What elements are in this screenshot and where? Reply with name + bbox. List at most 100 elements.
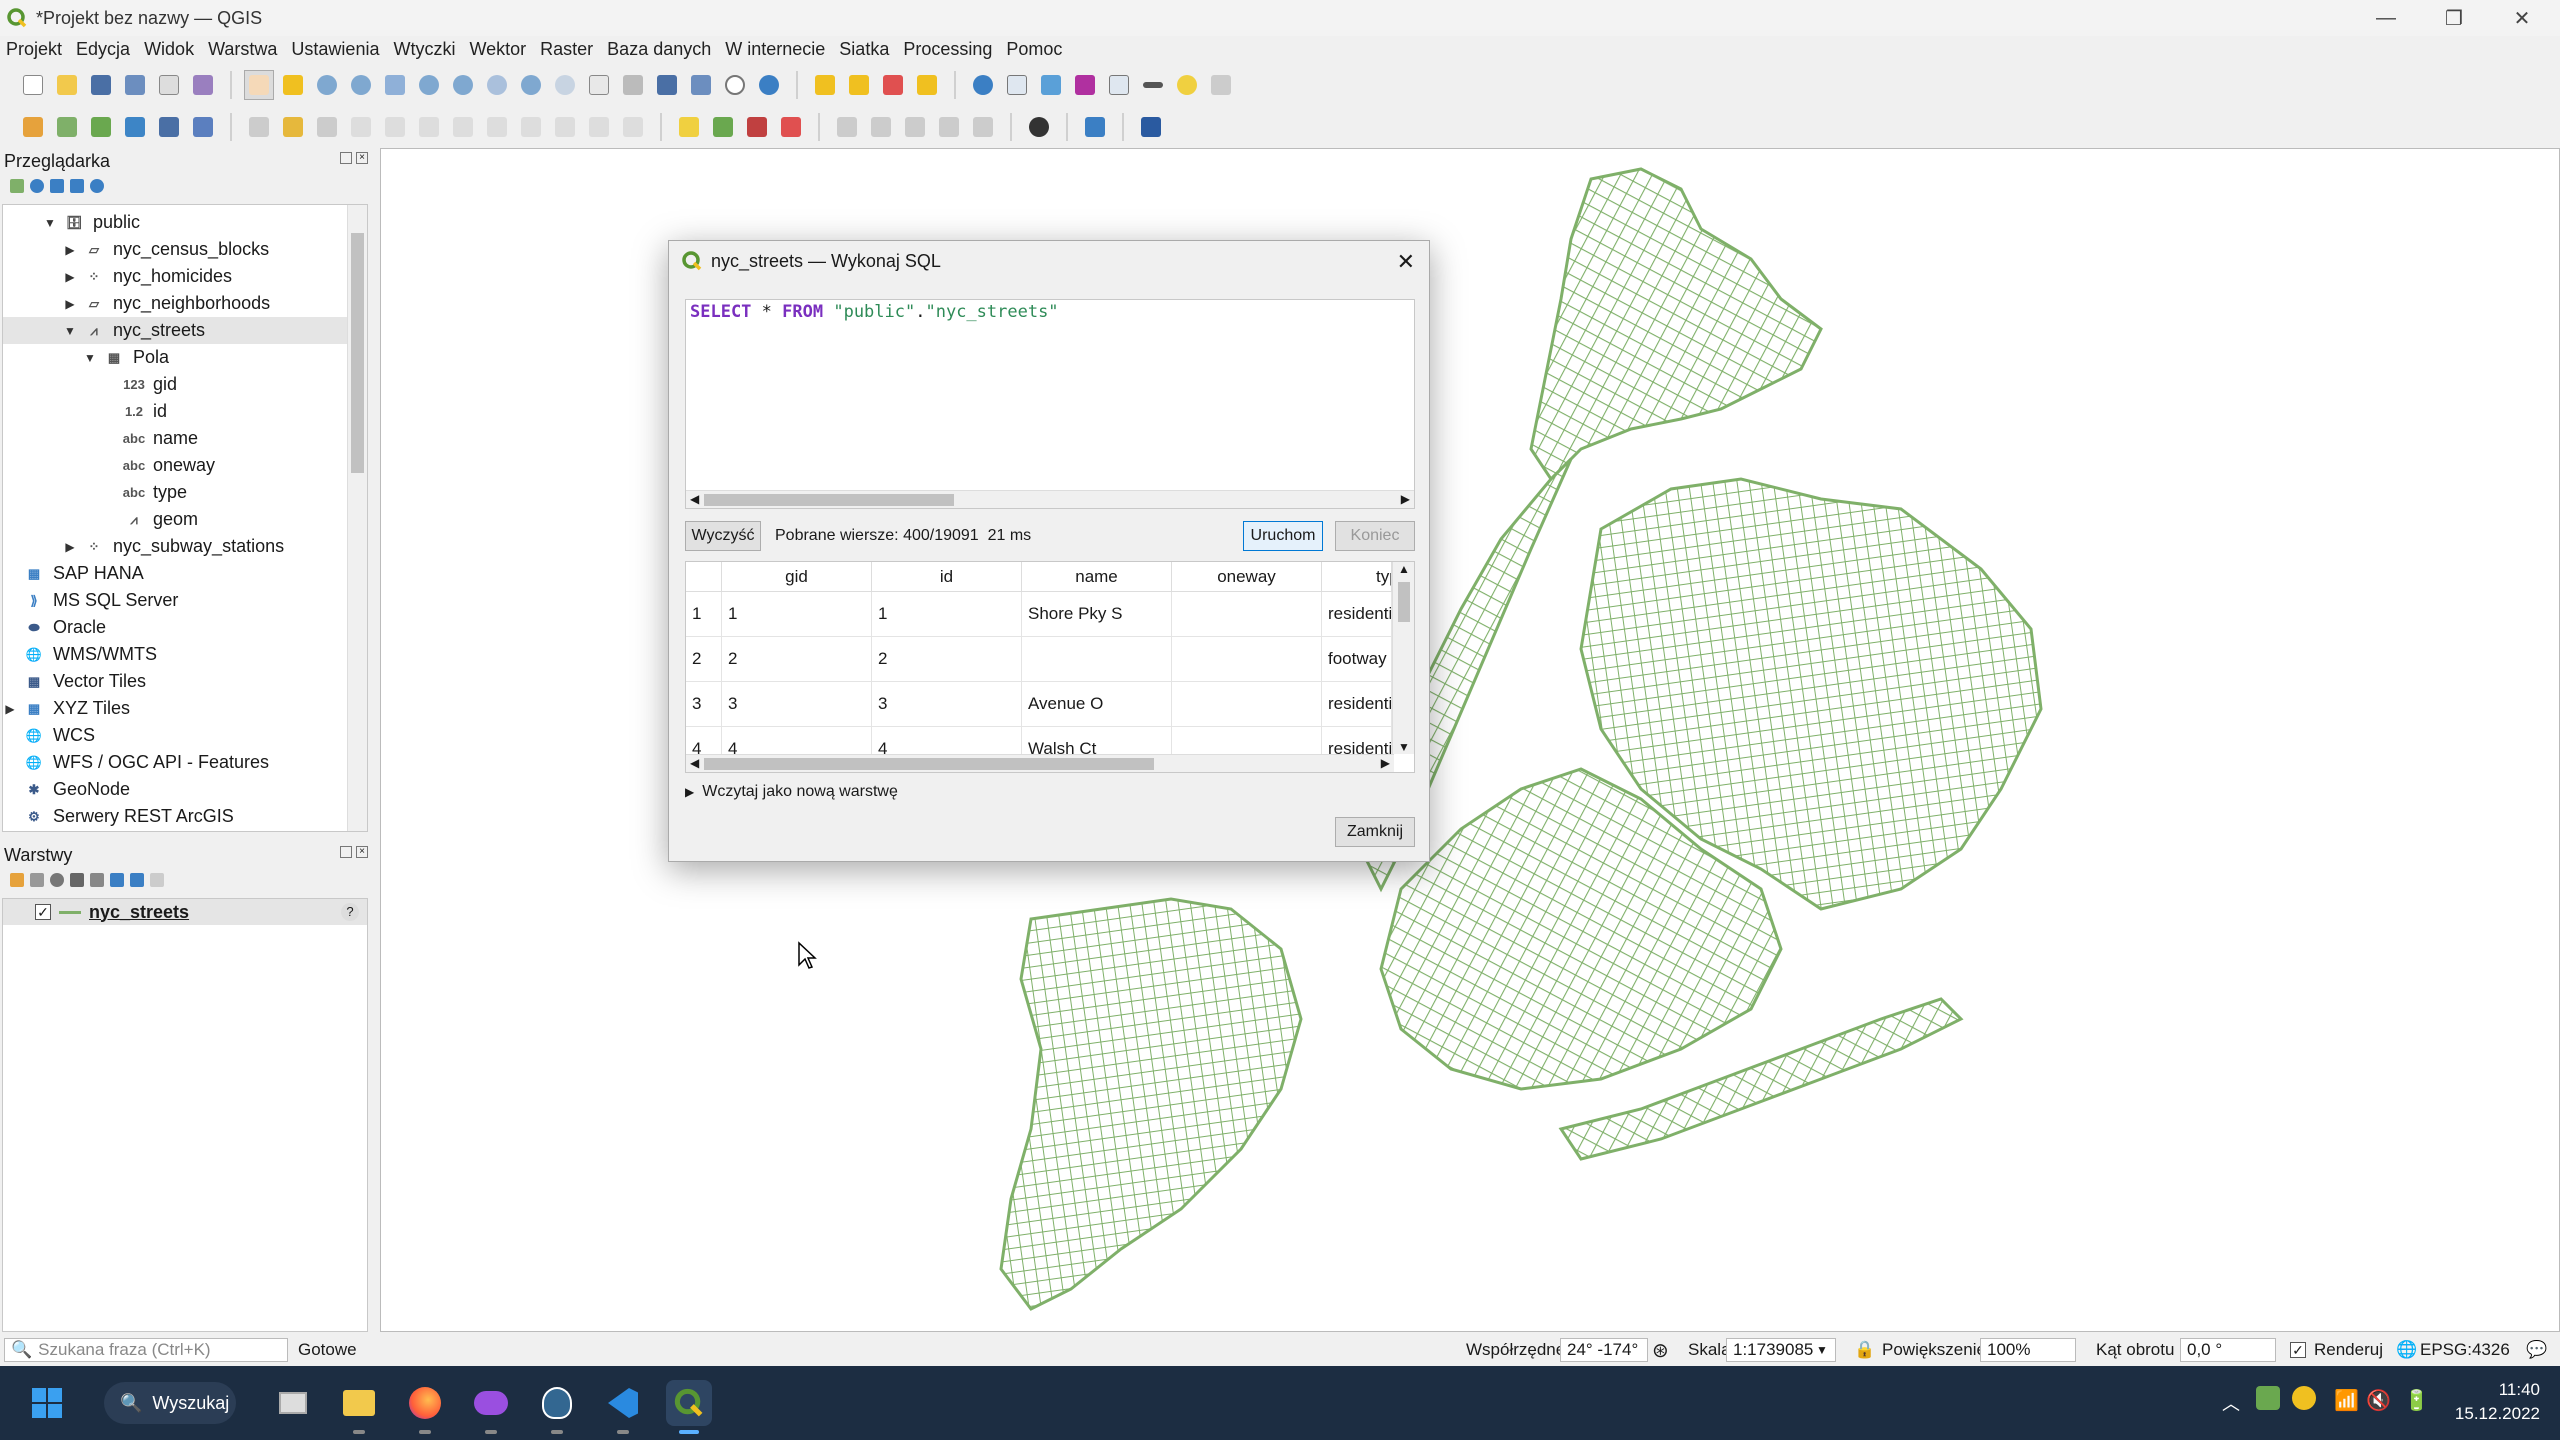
table-cell[interactable]: residential	[1322, 592, 1392, 637]
zoom-layer-icon[interactable]	[448, 70, 478, 100]
add-wms-layer-icon[interactable]	[188, 112, 218, 142]
pin-label-icon[interactable]	[832, 112, 862, 142]
show-hidden-icons-icon[interactable]: ︿	[2222, 1390, 2240, 1416]
restore-button[interactable]: ❐	[2420, 0, 2488, 36]
expand-arrow-icon[interactable]: ▶	[685, 785, 694, 799]
undo-icon[interactable]	[584, 112, 614, 142]
sql-editor[interactable]: SELECT * FROM "public"."nyc_streets" ◀ ▶	[685, 299, 1415, 509]
minimize-button[interactable]: —	[2352, 0, 2420, 36]
vscode-icon[interactable]	[600, 1380, 646, 1434]
add-raster-layer-icon[interactable]	[120, 112, 150, 142]
column-header-type[interactable]: type	[1322, 562, 1392, 592]
zoom-out-icon[interactable]	[346, 70, 376, 100]
tree-item-wcs[interactable]: 🌐 WCS	[3, 722, 349, 749]
app-mask-icon[interactable]	[468, 1380, 514, 1434]
modify-attributes-icon[interactable]	[414, 112, 444, 142]
tree-item-wfs[interactable]: 🌐 WFS / OGC API - Features	[3, 749, 349, 776]
attribute-table-icon[interactable]	[1002, 70, 1032, 100]
current-edits-icon[interactable]	[244, 112, 274, 142]
show-bookmarks-icon[interactable]	[686, 70, 716, 100]
table-cell[interactable]: 2	[722, 637, 872, 682]
results-hscrollbar[interactable]: ◀ ▶	[686, 754, 1394, 772]
layer-labeling-icon[interactable]	[708, 112, 738, 142]
expand-all-icon[interactable]	[110, 873, 124, 887]
render-checkbox[interactable]: ✓	[2290, 1342, 2306, 1358]
float-panel-icon[interactable]	[340, 846, 352, 858]
coordinates-field[interactable]: 24° -174°	[1560, 1338, 1648, 1362]
cut-features-icon[interactable]	[482, 112, 512, 142]
move-label-icon[interactable]	[900, 112, 930, 142]
new-project-icon[interactable]	[18, 70, 48, 100]
menu-w-internecie[interactable]: W internecie	[725, 39, 825, 60]
help-icon[interactable]	[1136, 112, 1166, 142]
vertex-tool-icon[interactable]	[380, 112, 410, 142]
task-view-icon[interactable]	[270, 1380, 316, 1426]
collapse-all-icon[interactable]	[130, 873, 144, 887]
table-cell[interactable]: footway	[1322, 637, 1392, 682]
add-vector-layer-icon[interactable]	[86, 112, 116, 142]
results-vscrollbar[interactable]: ▲ ▼	[1392, 562, 1414, 754]
crs-globe-icon[interactable]: 🌐	[2396, 1340, 2417, 1360]
select-features-icon[interactable]	[810, 70, 840, 100]
map-tips-icon[interactable]	[1172, 70, 1202, 100]
tree-item-pola[interactable]: ▼ ▦ Pola	[3, 344, 349, 371]
digitize-icon[interactable]	[346, 112, 376, 142]
menu-wtyczki[interactable]: Wtyczki	[393, 39, 455, 60]
locator-search-input[interactable]: 🔍 Szukana fraza (Ctrl+K)	[4, 1338, 288, 1362]
stop-button[interactable]: Koniec	[1335, 521, 1415, 551]
style-manager-icon[interactable]	[188, 70, 218, 100]
new-3d-view-icon[interactable]	[618, 70, 648, 100]
column-header-name[interactable]: name	[1022, 562, 1172, 592]
toggle-extents-icon[interactable]: ⊛	[1652, 1338, 1669, 1363]
tree-item-vector-tiles[interactable]: ▦ Vector Tiles	[3, 668, 349, 695]
menu-siatka[interactable]: Siatka	[839, 39, 889, 60]
zoom-full-icon[interactable]	[380, 70, 410, 100]
wifi-icon[interactable]: 📶	[2334, 1388, 2359, 1413]
bookmark-icon[interactable]	[652, 70, 682, 100]
table-cell[interactable]	[1172, 592, 1322, 637]
zoom-last-icon[interactable]	[516, 70, 546, 100]
filter-legend-icon[interactable]	[70, 873, 84, 887]
zoom-selection-icon[interactable]	[414, 70, 444, 100]
menu-pomoc[interactable]: Pomoc	[1006, 39, 1062, 60]
taskbar-search-button[interactable]: 🔍 Wyszukaj	[104, 1382, 236, 1424]
db-manager-icon[interactable]	[1024, 112, 1054, 142]
lock-scale-icon[interactable]: 🔒	[1854, 1340, 1875, 1360]
browser-scrollbar[interactable]	[347, 205, 367, 831]
clock[interactable]: 11:40 15.12.2022	[2440, 1378, 2540, 1426]
python-console-icon[interactable]	[1080, 112, 1110, 142]
save-edits-icon[interactable]	[312, 112, 342, 142]
tray-app-icon[interactable]	[2256, 1386, 2280, 1410]
tree-item-wms-wmts[interactable]: 🌐 WMS/WMTS	[3, 641, 349, 668]
run-button[interactable]: Uruchom	[1243, 521, 1323, 551]
zoom-in-icon[interactable]	[312, 70, 342, 100]
highlight-pinned-labels-icon[interactable]	[776, 112, 806, 142]
volume-muted-icon[interactable]: 🔇	[2366, 1388, 2391, 1413]
toggle-editing-pencil-icon[interactable]	[278, 112, 308, 142]
clear-button[interactable]: Wyczyść	[685, 521, 761, 551]
open-project-icon[interactable]	[52, 70, 82, 100]
float-panel-icon[interactable]	[340, 152, 352, 164]
tree-field-gid[interactable]: 123 gid	[3, 371, 349, 398]
menu-widok[interactable]: Widok	[144, 39, 194, 60]
copy-features-icon[interactable]	[516, 112, 546, 142]
show-hide-labels-icon[interactable]	[866, 112, 896, 142]
tree-item-nyc-streets[interactable]: ▼ ⩘ nyc_streets	[3, 317, 349, 344]
zoom-native-icon[interactable]	[482, 70, 512, 100]
add-group-icon[interactable]	[30, 873, 44, 887]
sql-editor-hscrollbar[interactable]: ◀ ▶	[686, 490, 1414, 508]
tree-item-public[interactable]: ▼ 🗄 public	[3, 209, 349, 236]
load-as-layer-group[interactable]: ▶ Wczytaj jako nową warstwę	[685, 783, 898, 801]
tree-field-type[interactable]: abc type	[3, 479, 349, 506]
tree-item-sap-hana[interactable]: ▦ SAP HANA	[3, 560, 349, 587]
measure-icon[interactable]	[1138, 70, 1168, 100]
table-cell[interactable]	[1172, 682, 1322, 727]
redo-icon[interactable]	[618, 112, 648, 142]
refresh-icon[interactable]	[30, 179, 44, 193]
table-cell[interactable]: 1	[722, 592, 872, 637]
layer-diagram-icon[interactable]	[742, 112, 772, 142]
identify-icon[interactable]	[968, 70, 998, 100]
field-calculator-icon[interactable]	[1036, 70, 1066, 100]
select-location-icon[interactable]	[912, 70, 942, 100]
row-header[interactable]: 1	[686, 592, 722, 637]
